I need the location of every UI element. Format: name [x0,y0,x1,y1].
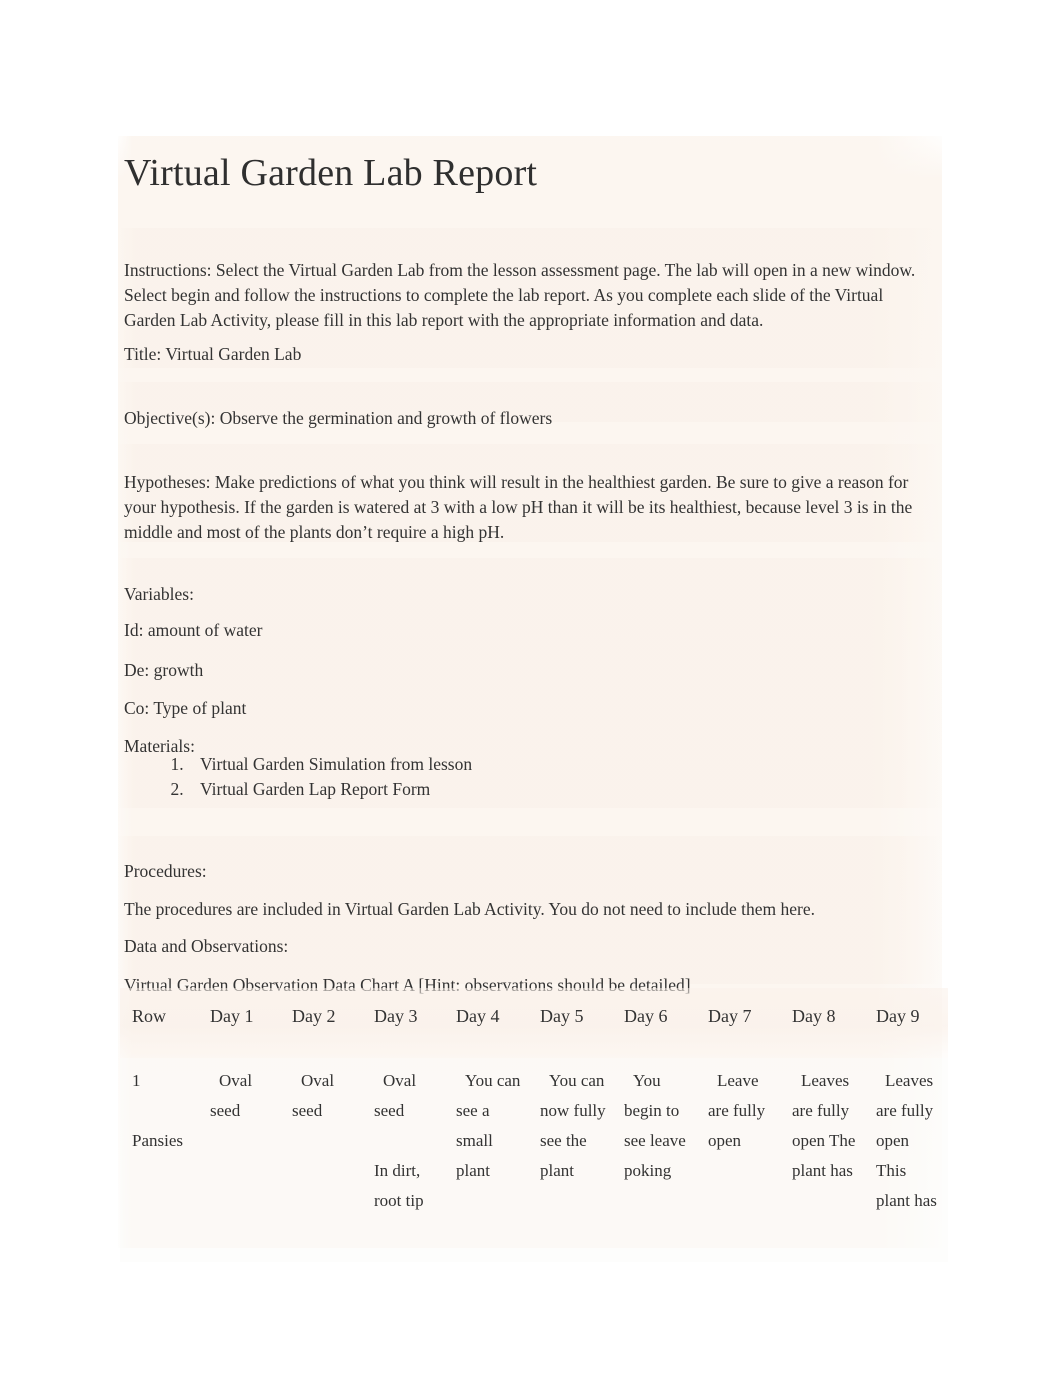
page-title: Virtual Garden Lab Report [124,152,538,194]
materials-list: Virtual Garden Simulation from lesson Vi… [124,752,888,802]
variable-controlled: Co: Type of plant [124,697,247,718]
cell-day5: You can now fully see the plant [528,1058,612,1262]
column-header-day4: Day 4 [444,988,528,1058]
cell-day9: Leaves are fully open This plant has [864,1058,948,1262]
column-header-day3: Day 3 [362,988,444,1058]
column-header-day5: Day 5 [528,988,612,1058]
title-line: Title: Virtual Garden Lab [124,343,302,364]
cell-row-label: 1 Pansies [120,1058,198,1262]
data-observations-heading: Data and Observations: [124,935,289,956]
procedures-heading: Procedures: [124,860,207,881]
column-header-day9: Day 9 [864,988,948,1058]
table-row: 1 Pansies Oval seed Oval seed Oval seed In… [120,1058,948,1262]
cell-day4: You can see a small plant [444,1058,528,1262]
cell-day6: You begin to see leave poking [612,1058,696,1262]
list-item: Virtual Garden Simulation from lesson [188,752,888,777]
column-header-day6: Day 6 [612,988,696,1058]
column-header-day1: Day 1 [198,988,280,1058]
column-header-day8: Day 8 [780,988,864,1058]
objectives-paragraph: Objective(s): Observe the germination an… [124,407,553,428]
variable-dependent: De: growth [124,659,204,680]
table-header-row: Row Day 1 Day 2 Day 3 Day 4 Day 5 Day 6 … [120,988,948,1058]
column-header-day7: Day 7 [696,988,780,1058]
cell-day1: Oval seed [198,1058,280,1262]
hypotheses-paragraph: Hypotheses: Make predictions of what you… [124,471,913,542]
cell-day2: Oval seed [280,1058,362,1262]
procedures-paragraph: The procedures are included in Virtual G… [124,898,815,919]
cell-day8: Leaves are fully open The plant has [780,1058,864,1262]
variables-heading: Variables: [124,583,194,604]
cell-day3: Oval seed In dirt, root tip [362,1058,444,1262]
list-item: Virtual Garden Lap Report Form [188,777,888,802]
column-header-row: Row [120,988,198,1058]
observation-data-table: Row Day 1 Day 2 Day 3 Day 4 Day 5 Day 6 … [120,988,948,1262]
column-header-day2: Day 2 [280,988,362,1058]
cell-day7: Leave are fully open [696,1058,780,1262]
instructions-paragraph: Instructions: Select the Virtual Garden … [124,259,916,330]
variable-independent: Id: amount of water [124,619,263,640]
